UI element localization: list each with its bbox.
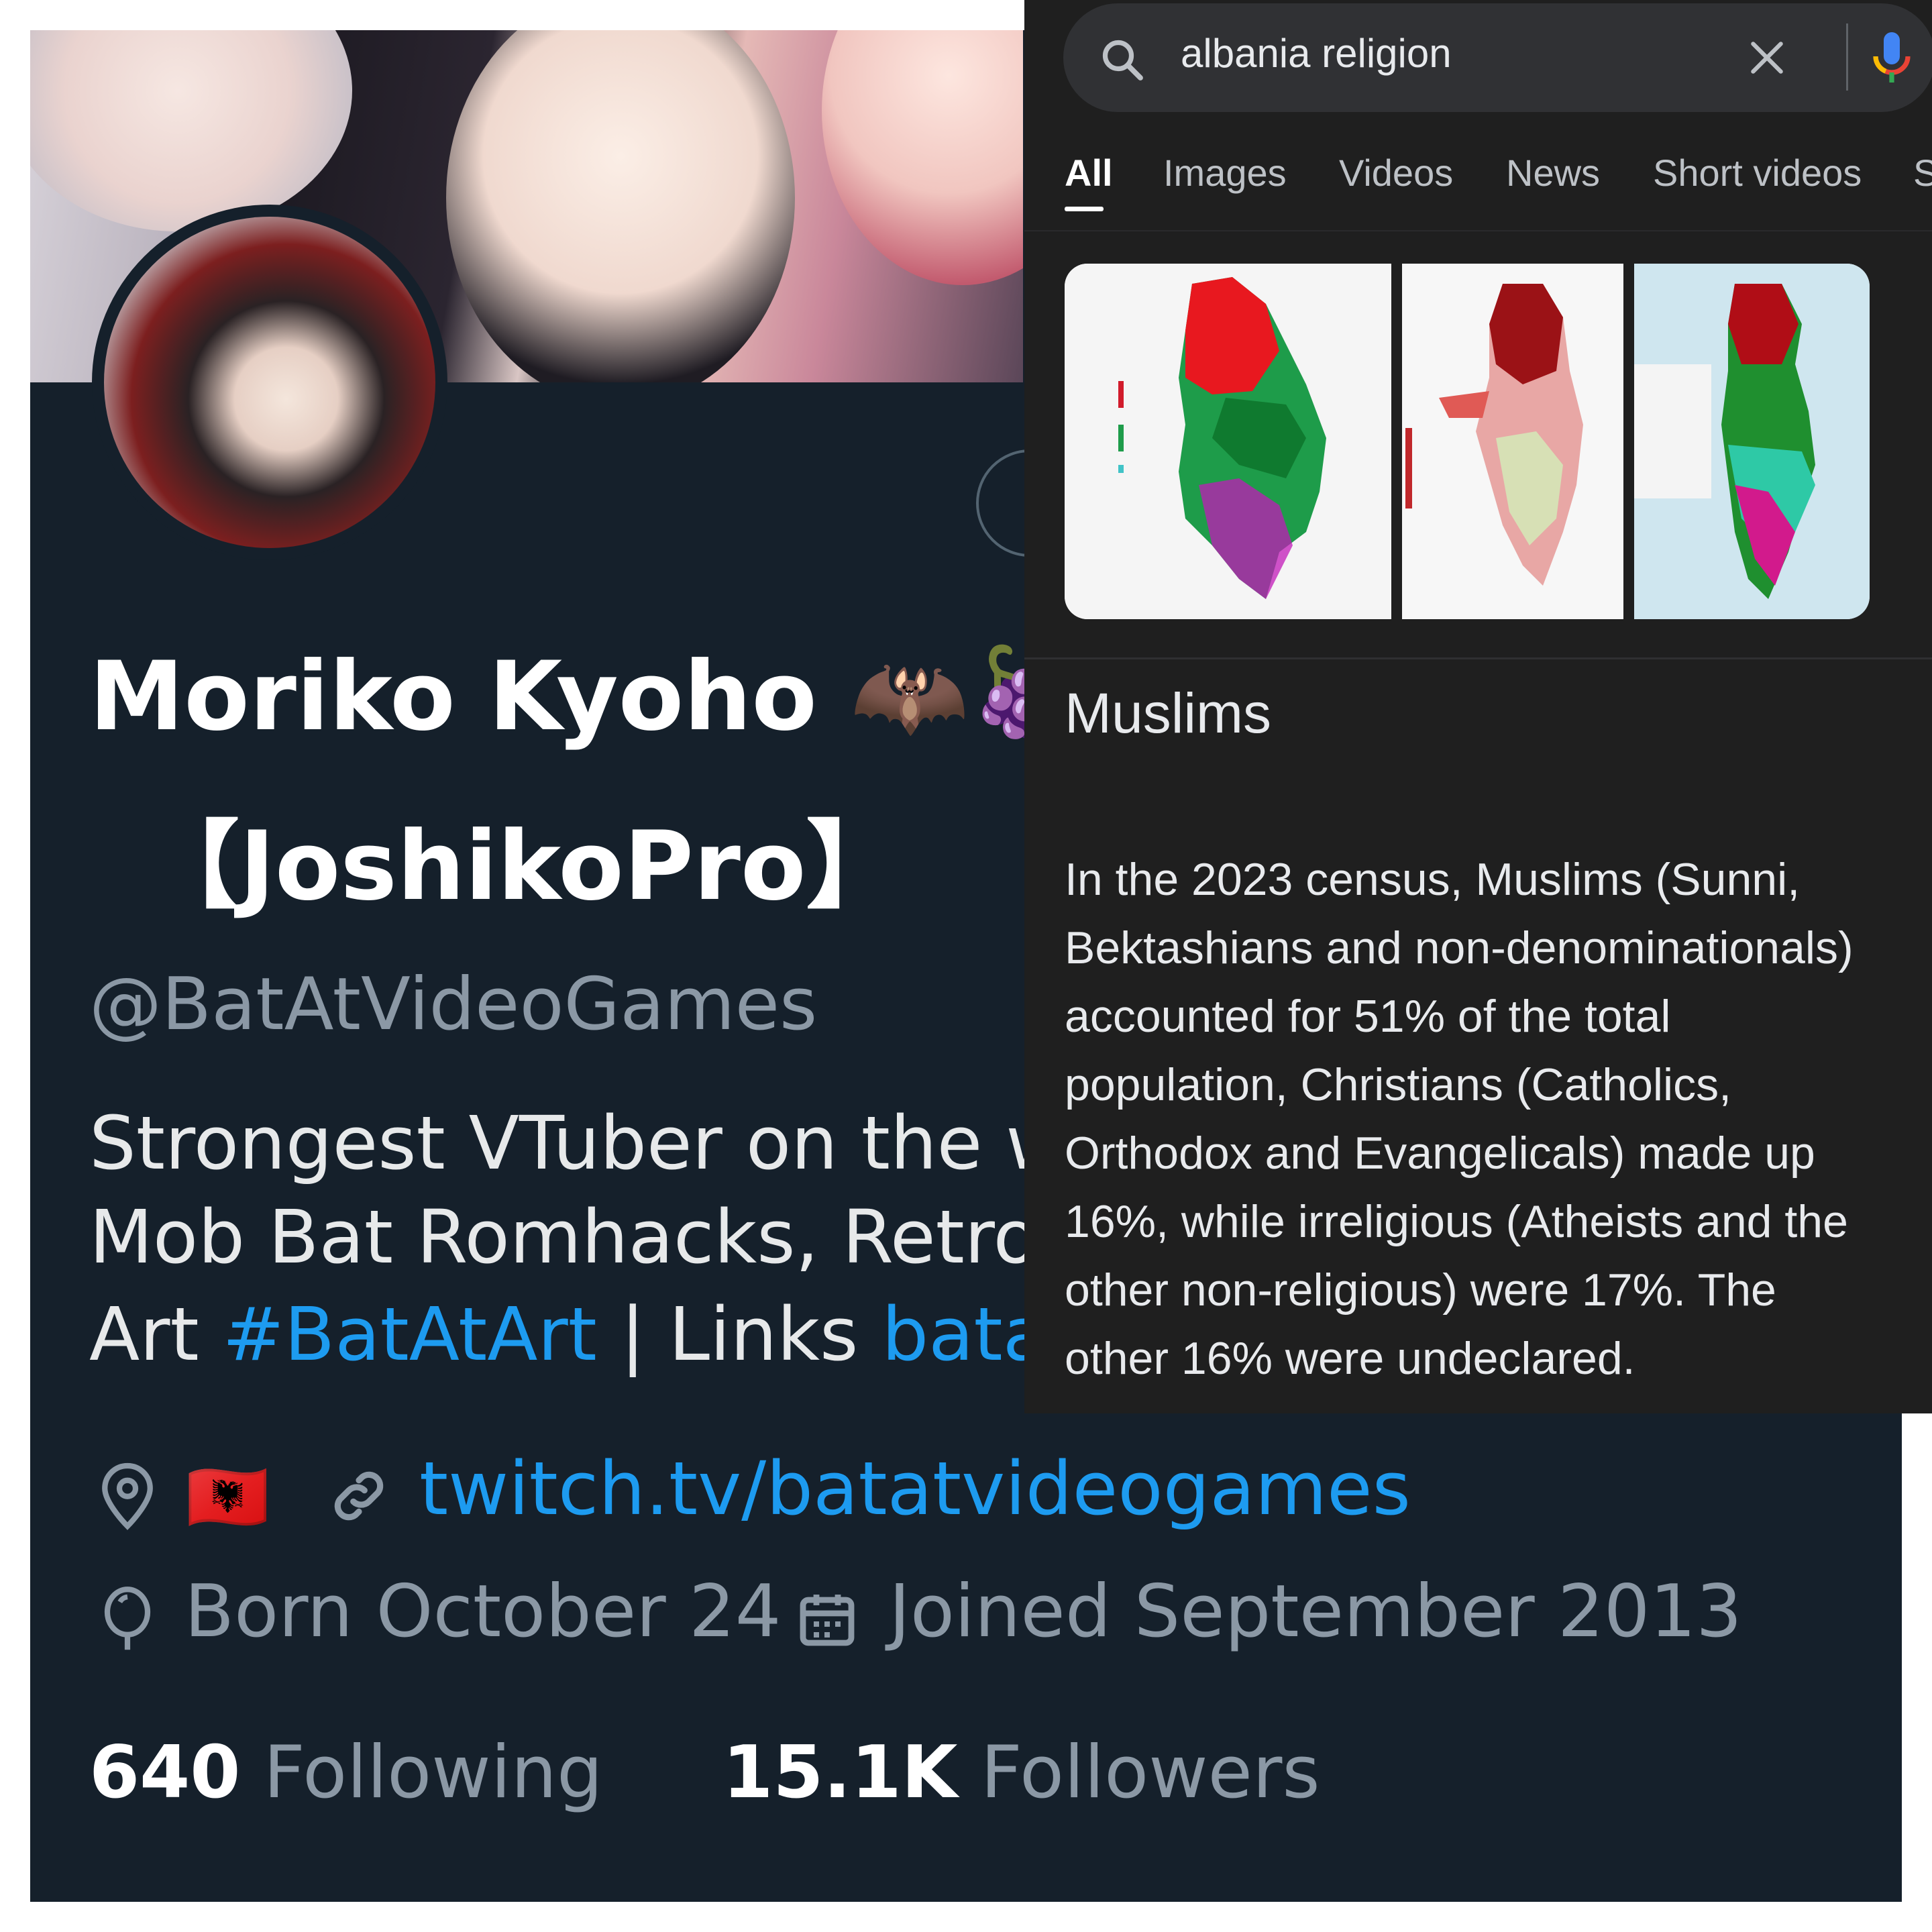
followers-link[interactable]: 15.1K Followers bbox=[722, 1731, 1320, 1815]
following-label: Following bbox=[263, 1731, 603, 1815]
answer-line: other non-religious) were 17%. The bbox=[1065, 1265, 1776, 1316]
search-box[interactable]: albania religion bbox=[1063, 3, 1932, 112]
answer-title: Muslims bbox=[1065, 682, 1271, 745]
tab-all[interactable]: All bbox=[1065, 151, 1113, 195]
follow-stats: 640 Following 15.1K Followers bbox=[89, 1731, 1320, 1815]
location-flag: 🇦🇱 bbox=[186, 1458, 270, 1536]
answer-line: In the 2023 census, Muslims (Sunni, bbox=[1065, 854, 1801, 905]
tab-short-videos[interactable]: Short videos bbox=[1653, 151, 1862, 195]
answer-line: other 16% were undeclared. bbox=[1065, 1333, 1635, 1384]
following-link[interactable]: 640 Following bbox=[89, 1731, 603, 1815]
website-link[interactable]: twitch.tv/batatvideogames bbox=[419, 1446, 1411, 1532]
tab-images[interactable]: Images bbox=[1163, 151, 1287, 195]
display-name: Moriko Kyoho 🦇🍇 bbox=[89, 641, 1087, 752]
bio-hashtag-link[interactable]: #BatAtArt bbox=[223, 1291, 597, 1377]
answer-line: Bektashians and non-denominationals) bbox=[1065, 922, 1854, 973]
image-result-map[interactable] bbox=[1634, 264, 1870, 619]
albania-catholics-map-image bbox=[1402, 264, 1623, 619]
answer-snippet: In the 2023 census, Muslims (Sunni, Bekt… bbox=[1065, 845, 1930, 1393]
image-result-map[interactable] bbox=[1065, 264, 1391, 619]
followers-count: 15.1K bbox=[722, 1731, 958, 1815]
profile-avatar[interactable] bbox=[92, 205, 447, 560]
tab-videos[interactable]: Videos bbox=[1339, 151, 1453, 195]
user-handle: @BatAtVideoGames bbox=[89, 963, 818, 1046]
google-search-panel: albania religion All Images Videos News … bbox=[1024, 0, 1932, 1413]
following-count: 640 bbox=[89, 1731, 241, 1815]
section-divider bbox=[1024, 657, 1932, 659]
tab-more[interactable]: S bbox=[1913, 151, 1932, 195]
tab-news[interactable]: News bbox=[1506, 151, 1600, 195]
image-results-strip bbox=[1065, 264, 1870, 619]
active-tab-indicator bbox=[1065, 207, 1104, 211]
birthday-balloon-icon bbox=[104, 1587, 151, 1650]
voice-search-mic-icon[interactable] bbox=[1872, 30, 1912, 87]
bio-line: Strongest VTuber on the we bbox=[89, 1100, 1112, 1186]
joined-date: Joined September 2013 bbox=[889, 1570, 1742, 1654]
answer-line: population, Christians (Catholics, bbox=[1065, 1059, 1732, 1110]
search-icon bbox=[1102, 40, 1143, 80]
albania-religion-map-image bbox=[1065, 264, 1391, 619]
answer-line: Orthodox and Evangelicals) made up bbox=[1065, 1128, 1815, 1179]
answer-line: 16%, while irreligious (Atheists and the bbox=[1065, 1196, 1848, 1247]
link-icon bbox=[334, 1471, 384, 1521]
tabs-divider bbox=[1024, 230, 1932, 231]
bio-text: | Links bbox=[596, 1291, 882, 1377]
search-box-divider bbox=[1846, 23, 1848, 91]
website-link-text[interactable]: twitch.tv/batatvideogames bbox=[419, 1446, 1411, 1532]
answer-line: accounted for 51% of the total bbox=[1065, 991, 1671, 1042]
bio-line: Art #BatAtArt | Links batatv bbox=[89, 1291, 1120, 1377]
location-pin-icon bbox=[102, 1462, 153, 1530]
followers-label: Followers bbox=[980, 1731, 1320, 1815]
image-result-map[interactable] bbox=[1402, 264, 1623, 619]
bio-line: Mob Bat Romhacks, Retro, | bbox=[89, 1194, 1110, 1280]
clear-search-icon[interactable] bbox=[1746, 37, 1788, 78]
calendar-icon bbox=[800, 1595, 855, 1646]
avatar-image bbox=[104, 217, 435, 548]
bio-text: Art bbox=[89, 1291, 223, 1377]
birth-date: Born October 24 bbox=[184, 1570, 782, 1654]
albania-religion-legend-map-image bbox=[1634, 264, 1870, 619]
display-name-affiliation: 【JoshikoPro】 bbox=[144, 811, 902, 922]
search-input[interactable]: albania religion bbox=[1181, 30, 1452, 76]
